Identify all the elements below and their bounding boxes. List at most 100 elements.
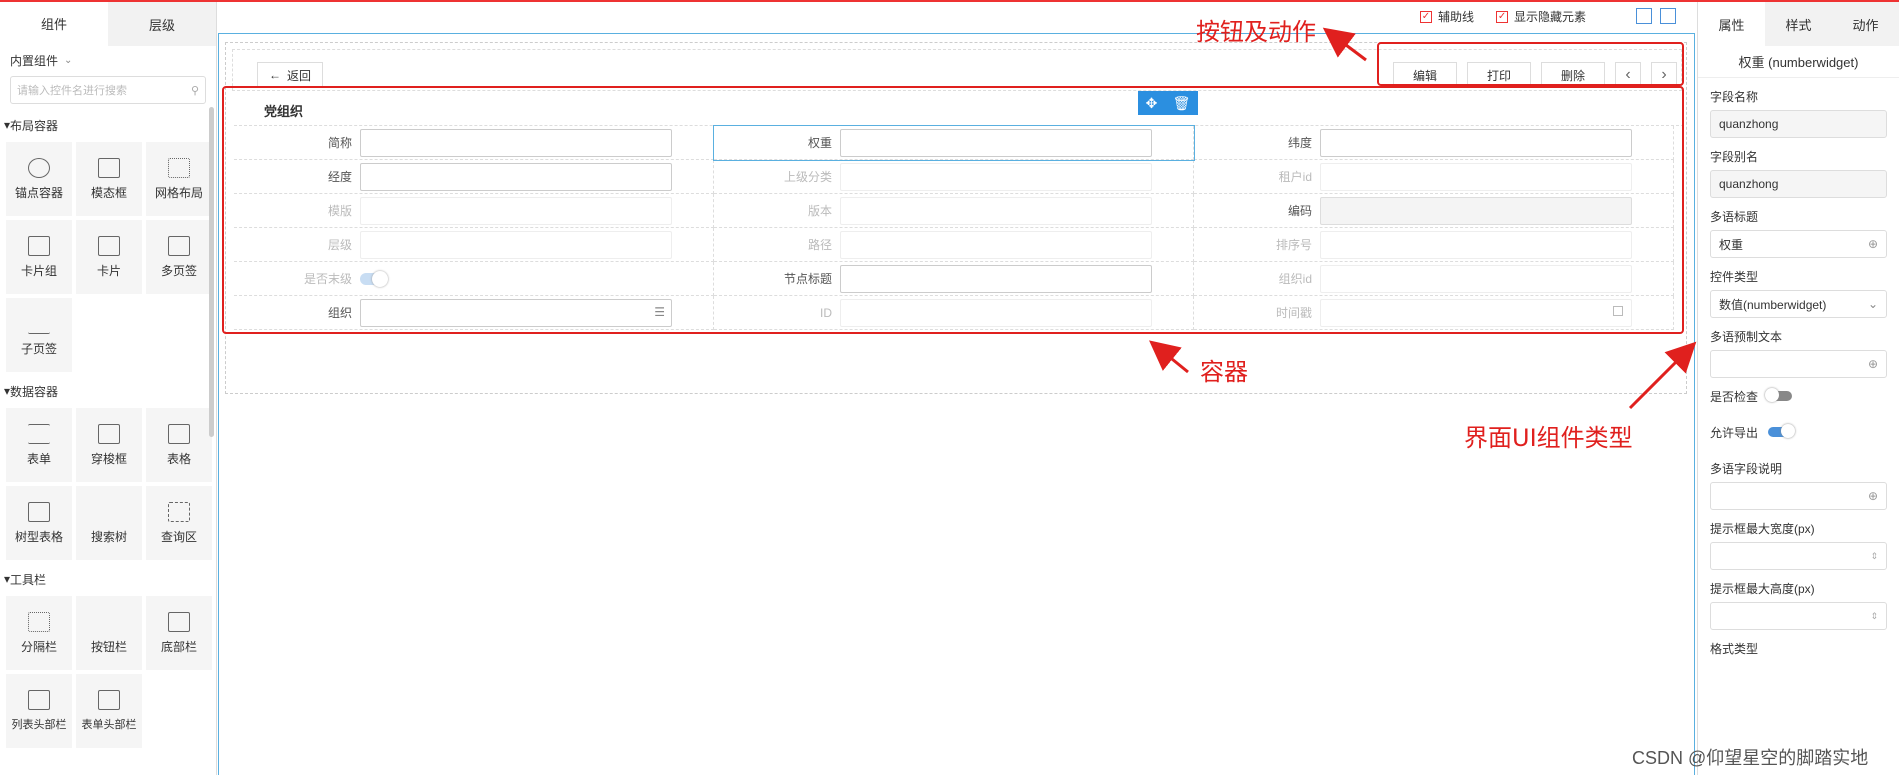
prop-label: 控件类型 bbox=[1710, 269, 1759, 284]
back-label: 返回 bbox=[286, 68, 311, 83]
input-value: 权重 bbox=[1719, 237, 1744, 252]
comp-label: 锚点容器 bbox=[14, 185, 63, 200]
comp-label: 卡片组 bbox=[20, 263, 57, 278]
tree-table-icon bbox=[28, 501, 50, 522]
comp-label: 表单头部栏 bbox=[81, 719, 137, 731]
group-header-layout[interactable]: ▾ 布局容器 bbox=[0, 112, 216, 138]
comp-label: 分隔栏 bbox=[20, 639, 57, 654]
builtin-components-dropdown[interactable]: 内置组件 ⌄ bbox=[0, 46, 216, 74]
field-label: 权重 bbox=[807, 136, 832, 150]
annotation-container: 容器 bbox=[1200, 358, 1248, 386]
query-area-icon bbox=[168, 501, 190, 522]
group-toolbars: ▾ 工具栏 分隔栏 按钮栏 底部栏 列表头部栏 表单头部栏 bbox=[0, 566, 216, 754]
tip-max-width-input[interactable]: ⇕ bbox=[1710, 542, 1887, 570]
comp-label: 穿梭框 bbox=[90, 451, 127, 466]
comp-modal[interactable]: 模态框 bbox=[76, 142, 142, 216]
form-header-icon bbox=[98, 690, 120, 710]
prop-label: 格式类型 bbox=[1710, 641, 1759, 656]
globe-icon[interactable]: ⊕ bbox=[1868, 237, 1878, 251]
group-header-toolbar[interactable]: ▾ 工具栏 bbox=[0, 566, 216, 592]
comp-multi-tab[interactable]: 多页签 bbox=[146, 220, 212, 294]
check-toggle[interactable] bbox=[1765, 388, 1793, 402]
group-title: 工具栏 bbox=[10, 572, 47, 587]
stepper-icon[interactable]: ⇕ bbox=[1870, 611, 1878, 622]
grid-layout-icon bbox=[168, 157, 190, 178]
group-title: 数据容器 bbox=[10, 384, 59, 399]
tab-components[interactable]: 组件 bbox=[0, 2, 108, 46]
layout-columns-icon[interactable] bbox=[1660, 8, 1676, 24]
comp-list-header-bar[interactable]: 列表头部栏 bbox=[6, 674, 72, 748]
comp-grid-layout[interactable]: 网格布局 bbox=[146, 142, 212, 216]
builtin-label: 内置组件 bbox=[10, 53, 59, 68]
comp-tree-table[interactable]: 树型表格 bbox=[6, 486, 72, 560]
form-icon bbox=[28, 423, 50, 444]
comp-label: 多页签 bbox=[160, 263, 197, 278]
tip-max-height-input[interactable]: ⇕ bbox=[1710, 602, 1887, 630]
footer-bar-icon bbox=[168, 611, 190, 632]
globe-icon[interactable]: ⊕ bbox=[1868, 489, 1878, 503]
prop-tip-max-height: 提示框最大高度(px) ⇕ bbox=[1698, 574, 1899, 630]
group-title: 布局容器 bbox=[10, 118, 59, 133]
prop-label: 字段别名 bbox=[1710, 149, 1759, 164]
selected-widget-title: 权重 (numberwidget) bbox=[1698, 46, 1899, 78]
comp-card[interactable]: 卡片 bbox=[76, 220, 142, 294]
tab-layers[interactable]: 层级 bbox=[108, 2, 216, 46]
stepper-icon[interactable]: ⇕ bbox=[1870, 551, 1878, 562]
annotation-buttons-actions: 按钮及动作 bbox=[1196, 18, 1316, 46]
arrow-left-icon: ← bbox=[268, 68, 281, 82]
prop-label: 允许导出 bbox=[1710, 425, 1759, 440]
field-quanzhong[interactable]: 权重 bbox=[713, 125, 1195, 161]
multi-tab-icon bbox=[168, 235, 190, 256]
search-tree-icon bbox=[98, 502, 120, 522]
field-name-input[interactable]: quanzhong bbox=[1710, 110, 1887, 138]
tab-styles[interactable]: 样式 bbox=[1765, 2, 1832, 46]
separator-bar-icon bbox=[28, 611, 50, 632]
comp-query-area[interactable]: 查询区 bbox=[146, 486, 212, 560]
export-toggle[interactable] bbox=[1768, 424, 1796, 438]
prop-widget-type: 控件类型 数值(numberwidget) ⌄ bbox=[1698, 262, 1899, 318]
comp-form-header-bar[interactable]: 表单头部栏 bbox=[76, 674, 142, 748]
back-button[interactable]: ← 返回 bbox=[257, 62, 323, 88]
tab-actions[interactable]: 动作 bbox=[1832, 2, 1899, 46]
component-search-input[interactable]: 请输入控件名进行搜索 ⚲ bbox=[10, 76, 206, 104]
multilang-title-input[interactable]: 权重 ⊕ bbox=[1710, 230, 1887, 258]
prop-multilang-preset: 多语预制文本 ⊕ bbox=[1698, 322, 1899, 378]
field-input[interactable] bbox=[840, 128, 1152, 157]
comp-separator-bar[interactable]: 分隔栏 bbox=[6, 596, 72, 670]
comp-label: 树型表格 bbox=[14, 529, 63, 544]
chevron-down-icon: ⌄ bbox=[64, 54, 73, 66]
comp-label: 查询区 bbox=[160, 529, 197, 544]
comp-card-group[interactable]: 卡片组 bbox=[6, 220, 72, 294]
comp-label: 列表头部栏 bbox=[11, 719, 67, 731]
card-icon bbox=[98, 235, 120, 256]
multilang-desc-input[interactable]: ⊕ bbox=[1710, 482, 1887, 510]
comp-form[interactable]: 表单 bbox=[6, 408, 72, 482]
globe-icon[interactable]: ⊕ bbox=[1868, 357, 1878, 371]
tab-properties[interactable]: 属性 bbox=[1698, 2, 1765, 46]
comp-label: 网格布局 bbox=[154, 185, 203, 200]
comp-anchor-container[interactable]: 锚点容器 bbox=[6, 142, 72, 216]
comp-footer-bar[interactable]: 底部栏 bbox=[146, 596, 212, 670]
aux-line-checkbox[interactable]: ✓ 辅助线 bbox=[1420, 8, 1474, 25]
prop-label: 提示框最大高度(px) bbox=[1710, 581, 1815, 596]
field-alias-input[interactable]: quanzhong bbox=[1710, 170, 1887, 198]
comp-table[interactable]: 表格 bbox=[146, 408, 212, 482]
comp-transfer[interactable]: 穿梭框 bbox=[76, 408, 142, 482]
aux-line-label: 辅助线 bbox=[1438, 10, 1475, 24]
show-hidden-checkbox[interactable]: ✓ 显示隐藏元素 bbox=[1496, 8, 1586, 25]
prop-field-alias: 字段别名 quanzhong bbox=[1698, 142, 1899, 198]
left-tabs: 组件 层级 bbox=[0, 2, 216, 46]
comp-sub-tab[interactable]: 子页签 bbox=[6, 298, 72, 372]
prop-label: 是否检查 bbox=[1710, 389, 1759, 404]
comp-search-tree[interactable]: 搜索树 bbox=[76, 486, 142, 560]
widget-type-select[interactable]: 数值(numberwidget) ⌄ bbox=[1710, 290, 1887, 318]
layout-split-icon[interactable] bbox=[1636, 8, 1652, 24]
left-scrollbar[interactable] bbox=[209, 107, 214, 437]
prop-field-name: 字段名称 quanzhong bbox=[1698, 82, 1899, 138]
group-header-data[interactable]: ▾ 数据容器 bbox=[0, 378, 216, 404]
check-icon: ✓ bbox=[1496, 10, 1509, 23]
comp-button-bar[interactable]: 按钮栏 bbox=[76, 596, 142, 670]
show-hidden-label: 显示隐藏元素 bbox=[1514, 10, 1587, 24]
sub-tab-icon bbox=[28, 314, 50, 334]
multilang-preset-input[interactable]: ⊕ bbox=[1710, 350, 1887, 378]
